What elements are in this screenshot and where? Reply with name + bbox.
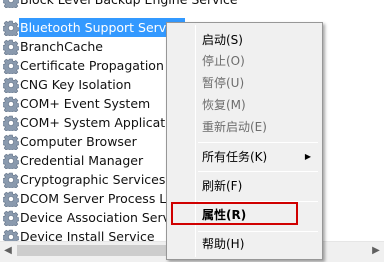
menu-item-resume[interactable]: 恢复(M) [169,95,320,115]
service-row[interactable]: Block Level Backup Engine Service [0,0,384,10]
service-name: COM+ System Application [20,115,185,130]
service-gear-icon [2,20,20,38]
menu-separator [198,231,318,232]
service-name: Cryptographic Services [20,172,166,187]
service-gear-icon [2,153,20,171]
service-name: CNG Key Isolation [20,77,132,92]
menu-item-start[interactable]: 启动(S) [169,30,320,50]
menu-item-pause[interactable]: 暂停(U) [169,73,320,93]
scroll-right-arrow-icon[interactable]: ▶ [368,242,384,259]
service-gear-icon [2,0,20,10]
menu-item-label: 刷新(F) [202,179,243,193]
menu-item-help[interactable]: 帮助(H) [169,234,320,254]
menu-item-label: 帮助(H) [202,237,245,251]
service-gear-icon [2,172,20,190]
service-gear-icon [2,134,20,152]
service-gear-icon [2,39,20,57]
menu-separator [198,142,318,143]
service-name: Device Association Service [20,210,189,225]
properties-highlight-box [171,202,298,225]
service-name: COM+ Event System [20,96,151,111]
menu-item-label: 启动(S) [202,33,243,47]
menu-item-restart[interactable]: 重新启动(E) [169,117,320,137]
menu-separator [198,171,318,172]
menu-item-all-tasks[interactable]: 所有任务(K) ▶ [169,147,320,167]
menu-item-stop[interactable]: 停止(O) [169,51,320,71]
scroll-left-arrow-icon[interactable]: ◀ [0,242,16,259]
menu-item-refresh[interactable]: 刷新(F) [169,176,320,196]
service-name: Certificate Propagation [20,58,164,73]
service-gear-icon [2,115,20,133]
service-name: Block Level Backup Engine Service [19,0,239,9]
submenu-arrow-icon: ▶ [304,152,311,161]
service-gear-icon [2,77,20,95]
menu-item-label: 所有任务(K) [202,150,268,164]
service-gear-icon [2,58,20,76]
service-gear-icon [2,96,20,114]
service-name: Credential Manager [20,153,144,168]
service-name: BranchCache [20,39,103,54]
service-name: Bluetooth Support Service [19,18,186,37]
service-gear-icon [2,210,20,228]
menu-item-label: 停止(O) [202,54,245,68]
menu-item-label: 重新启动(E) [202,120,267,134]
menu-item-label: 恢复(M) [202,98,246,112]
menu-item-label: 暂停(U) [202,76,245,90]
service-gear-icon [2,191,20,209]
service-name: Computer Browser [20,134,137,149]
service-name: Device Install Service [20,229,155,241]
service-gear-icon [2,229,20,241]
